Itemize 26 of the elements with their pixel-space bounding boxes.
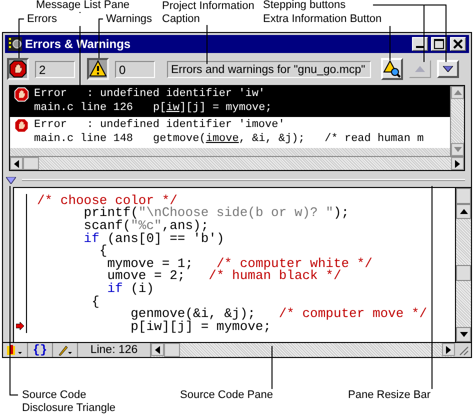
callout-label: Extra Information Button: [263, 13, 393, 26]
error-location: main.c line 148: [34, 132, 134, 146]
code-line: if (ans[0] == 'b'): [82, 232, 224, 245]
functions-menu[interactable]: {}: [28, 343, 53, 357]
code-excerpt: p[iw][j] = mymove;: [153, 101, 272, 115]
code-line: mymove = 1; /* computer white */: [106, 256, 372, 270]
message-row[interactable]: Error : undefined identifier 'imove' main.c line 148 getmove(imove, &i, &j); /* read human m: [10, 117, 450, 148]
code-line: scanf("%c",ans);: [82, 218, 209, 232]
error-location: main.c line 126: [34, 101, 134, 115]
error-message: Error : undefined identifier 'iw': [34, 87, 266, 101]
code-line: printf("\nChoose side(b or w)? ");: [82, 206, 350, 220]
errors-count: 2: [35, 60, 75, 78]
code-line: if (i): [106, 282, 154, 295]
code-line: umove = 2; /* human black */: [106, 269, 342, 282]
code-line: {: [98, 244, 108, 258]
message-row[interactable]: Error : undefined identifier 'iw' main.c line 126 p[iw][j] = mymove;: [10, 86, 450, 117]
code-line: genmove(&i, &j); /* computer move */: [130, 307, 428, 320]
project-caption: Errors and warnings for "gnu_go.mcp": [167, 60, 371, 78]
window-title: Errors & Warnings: [25, 37, 131, 51]
warnings-count: 0: [115, 60, 155, 78]
code-line: {: [90, 294, 100, 308]
code-excerpt: getmove(imove, &i, &j); /* read human m: [153, 132, 424, 146]
error-message: Error : undefined identifier 'imove': [34, 118, 286, 132]
code-line: /* choose color */: [37, 194, 178, 207]
callout-label: Stepping buttons: [263, 0, 373, 12]
code-line: p[iw][j] = mymove;: [130, 320, 272, 333]
